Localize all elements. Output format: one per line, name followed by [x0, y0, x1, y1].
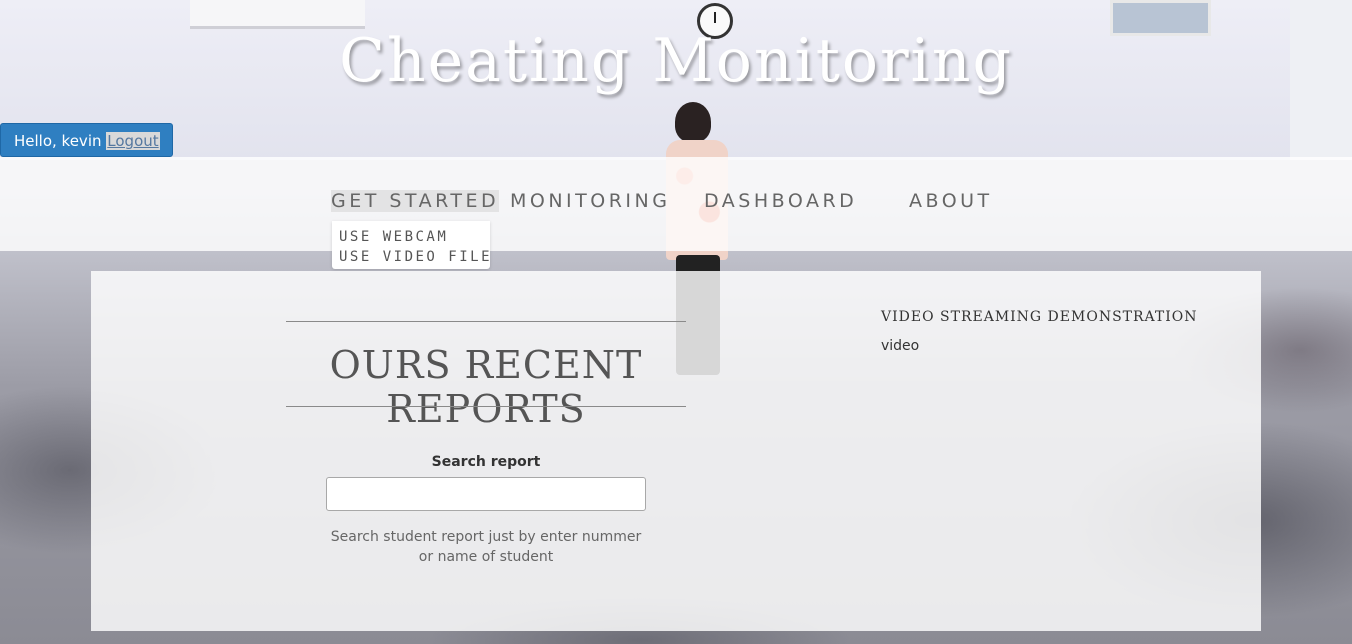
get-started-dropdown-menu: USE WEBCAM USE VIDEO FILE: [332, 221, 490, 269]
navigation-bar: [0, 157, 1352, 251]
title-divider-top: [286, 321, 686, 322]
user-greeting: Hello, kevin: [14, 132, 102, 150]
main-content-panel: OURS RECENT REPORTS Search report Search…: [91, 271, 1261, 631]
nav-get-started[interactable]: GET STARTED: [331, 190, 500, 212]
video-streaming-title: VIDEO STREAMING DEMONSTRATION: [881, 309, 1198, 325]
title-divider-bottom: [286, 406, 686, 407]
logout-link[interactable]: Logout: [106, 132, 160, 150]
menu-item-use-webcam[interactable]: USE WEBCAM: [339, 229, 448, 245]
teacher-figure-head: [675, 102, 711, 142]
air-conditioner: [190, 0, 365, 29]
search-help-text: Search student report just by enter numm…: [330, 529, 642, 565]
nav-dashboard[interactable]: DASHBOARD: [704, 190, 857, 212]
recent-reports-title: OURS RECENT REPORTS: [329, 343, 643, 431]
nav-about[interactable]: ABOUT: [909, 190, 993, 212]
video-placeholder-text: video: [881, 338, 920, 354]
user-greeting-box: Hello, kevin Logout: [0, 123, 173, 157]
site-title: Cheating Monitoring: [339, 26, 1013, 96]
menu-item-use-video-file[interactable]: USE VIDEO FILE: [339, 249, 492, 265]
search-report-input[interactable]: [326, 477, 646, 511]
nav-monitoring[interactable]: MONITORING: [510, 190, 670, 212]
search-report-label: Search report: [431, 454, 541, 470]
